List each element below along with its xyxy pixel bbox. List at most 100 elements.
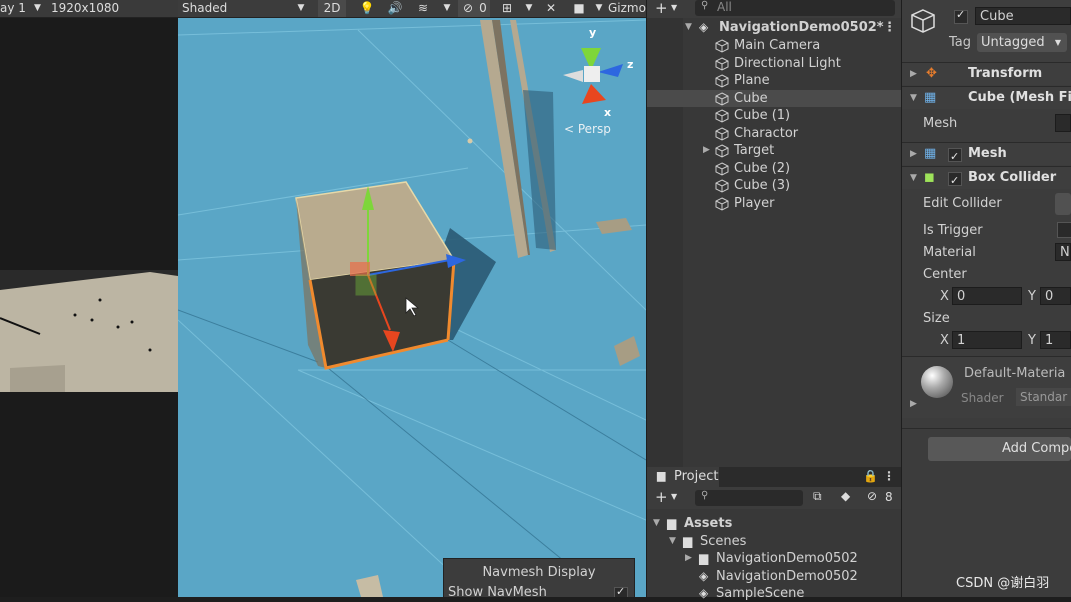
- hierarchy-item[interactable]: Cube (2): [647, 160, 901, 177]
- chevron-down-icon[interactable]: ▼: [910, 167, 917, 189]
- transform-component-header[interactable]: ▶ ✥ Transform: [902, 62, 1071, 85]
- game-view: [0, 0, 178, 597]
- persp-label[interactable]: < Persp: [564, 122, 611, 136]
- hierarchy-item[interactable]: ▶ Target: [647, 142, 901, 159]
- hierarchy-item[interactable]: Cube: [647, 89, 901, 107]
- edit-collider-button[interactable]: [1055, 193, 1071, 215]
- mesh-label: Mesh: [923, 116, 958, 131]
- box-collider-component-header[interactable]: ▼ ◼ Box Collider: [902, 166, 1071, 192]
- filter-type-icon[interactable]: ⧉: [813, 489, 822, 504]
- project-item[interactable]: ◈ NavigationDemo0502: [647, 568, 901, 585]
- hierarchy-item[interactable]: Player: [647, 195, 901, 212]
- object-name-field[interactable]: Cube: [975, 7, 1071, 25]
- hidden-objects-icon[interactable]: ⊘: [458, 0, 478, 17]
- center-x-field[interactable]: 0: [952, 287, 1022, 305]
- chevron-down-icon[interactable]: ▼: [669, 533, 676, 550]
- chevron-down-icon[interactable]: ▼: [671, 492, 677, 501]
- chevron-down-icon[interactable]: ▼: [910, 87, 917, 109]
- material-preview[interactable]: ▶ Default-Materia Shader Standar: [902, 356, 1071, 420]
- orientation-gizmo[interactable]: [563, 48, 623, 104]
- project-item[interactable]: ▼ ▆ Scenes: [647, 533, 901, 550]
- material-name: Default-Materia: [964, 366, 1066, 381]
- chevron-down-icon[interactable]: ▼: [653, 515, 660, 532]
- effects-icon[interactable]: ≋: [412, 0, 434, 17]
- hierarchy-item[interactable]: Main Camera: [647, 37, 901, 54]
- show-navmesh-checkbox[interactable]: [614, 585, 628, 597]
- scene-root-row[interactable]: ▼ ◈ NavigationDemo0502* ⋮: [647, 19, 901, 36]
- chevron-down-icon[interactable]: ▼: [671, 3, 677, 12]
- chevron-down-icon[interactable]: ▼: [522, 0, 536, 17]
- gameobject-icon: [911, 9, 935, 33]
- chevron-right-icon[interactable]: ▶: [910, 399, 917, 409]
- size-y-field[interactable]: 1: [1040, 331, 1071, 349]
- mesh-renderer-component-header[interactable]: ▶ ▦ Mesh Renderer: [902, 142, 1071, 183]
- tools-icon[interactable]: ✕: [540, 0, 562, 17]
- chevron-down-icon[interactable]: ▼: [685, 19, 692, 36]
- hierarchy-item[interactable]: Cube (3): [647, 177, 901, 194]
- hierarchy-item[interactable]: Charactor: [647, 125, 901, 142]
- tag-dropdown[interactable]: Untagged ▼: [977, 33, 1067, 52]
- mesh-renderer-enabled-checkbox[interactable]: [948, 146, 962, 168]
- scene-view[interactable]: y z x < Persp Navmesh Display Show NavMe…: [178, 0, 646, 597]
- center-y-field[interactable]: 0: [1040, 287, 1071, 305]
- show-navmesh-label: Show NavMesh: [448, 585, 547, 597]
- center-label: Center: [923, 267, 967, 282]
- material-field[interactable]: No: [1055, 243, 1071, 261]
- unity-scene-icon: ◈: [699, 568, 709, 583]
- hierarchy-search-input[interactable]: ⚲ All: [695, 0, 895, 16]
- folder-icon: ▆: [657, 469, 666, 482]
- chevron-down-icon[interactable]: ▼: [34, 3, 41, 13]
- hierarchy-item-label: Cube (2): [734, 160, 791, 176]
- cube-icon: [715, 109, 729, 123]
- chevron-down-icon[interactable]: ▼: [440, 0, 454, 17]
- box-collider-label: Box Collider: [968, 170, 1057, 185]
- gizmo-z-label: z: [627, 58, 634, 71]
- chevron-right-icon[interactable]: ▶: [685, 550, 692, 567]
- chevron-down-icon[interactable]: ▼: [592, 0, 606, 17]
- folder-icon: ▆: [699, 551, 709, 565]
- add-component-button[interactable]: Add Compo: [928, 437, 1071, 461]
- display-dropdown[interactable]: ay 1: [0, 1, 26, 15]
- active-checkbox[interactable]: [954, 8, 968, 24]
- project-item[interactable]: ▼ ▆ Assets: [647, 515, 901, 532]
- project-search-input[interactable]: ⚲: [695, 490, 803, 506]
- tab-project[interactable]: ▆ Project: [647, 467, 719, 487]
- project-item[interactable]: ◈ SampleScene: [647, 585, 901, 602]
- gizmos-button[interactable]: Gizmo: [608, 0, 646, 17]
- lighting-icon[interactable]: 💡: [356, 0, 378, 17]
- hidden-packages-icon[interactable]: ⊘: [867, 489, 877, 503]
- is-trigger-checkbox[interactable]: [1057, 222, 1071, 238]
- hierarchy-item[interactable]: Directional Light: [647, 55, 901, 72]
- hierarchy-item[interactable]: Plane: [647, 72, 901, 89]
- mesh-filter-component-header[interactable]: ▼ ▦ Cube (Mesh Filt: [902, 86, 1071, 109]
- more-options-icon[interactable]: ⋮: [883, 469, 895, 483]
- material-label: Material: [923, 245, 976, 260]
- filter-label-icon[interactable]: ◆: [841, 489, 850, 503]
- toggle-2d-button[interactable]: 2D: [318, 0, 346, 17]
- hierarchy-item-label: Target: [734, 143, 775, 158]
- chevron-right-icon[interactable]: ▶: [910, 143, 917, 165]
- chevron-right-icon[interactable]: ▶: [910, 63, 917, 85]
- shader-dropdown[interactable]: Standar: [1016, 388, 1071, 406]
- project-item[interactable]: ▶ ▆ NavigationDemo0502: [647, 550, 901, 567]
- resolution-dropdown[interactable]: 1920x1080: [51, 1, 119, 15]
- box-collider-enabled-checkbox[interactable]: [948, 170, 962, 192]
- chevron-right-icon[interactable]: ▶: [703, 142, 710, 159]
- shading-mode-dropdown[interactable]: Shaded: [182, 0, 310, 17]
- add-icon[interactable]: +: [655, 488, 668, 506]
- cube-icon: [715, 56, 729, 71]
- project-item-label: NavigationDemo0502: [716, 551, 858, 566]
- chevron-down-icon: ▼: [1054, 38, 1061, 47]
- size-x-field[interactable]: 1: [952, 331, 1022, 349]
- grid-icon[interactable]: ⊞: [496, 0, 518, 17]
- lock-icon[interactable]: 🔒: [863, 469, 878, 483]
- hierarchy-item[interactable]: Cube (1): [647, 107, 901, 124]
- game-toolbar: ay 1 ▼ 1920x1080: [0, 0, 178, 18]
- audio-icon[interactable]: 🔊: [384, 0, 406, 17]
- project-item-label: NavigationDemo0502: [716, 568, 858, 584]
- camera-icon[interactable]: ■: [568, 0, 590, 17]
- chevron-down-icon[interactable]: ▼: [294, 0, 308, 17]
- more-options-icon[interactable]: ⋮: [883, 19, 896, 36]
- mesh-field[interactable]: [1055, 114, 1071, 132]
- add-icon[interactable]: +: [655, 0, 668, 17]
